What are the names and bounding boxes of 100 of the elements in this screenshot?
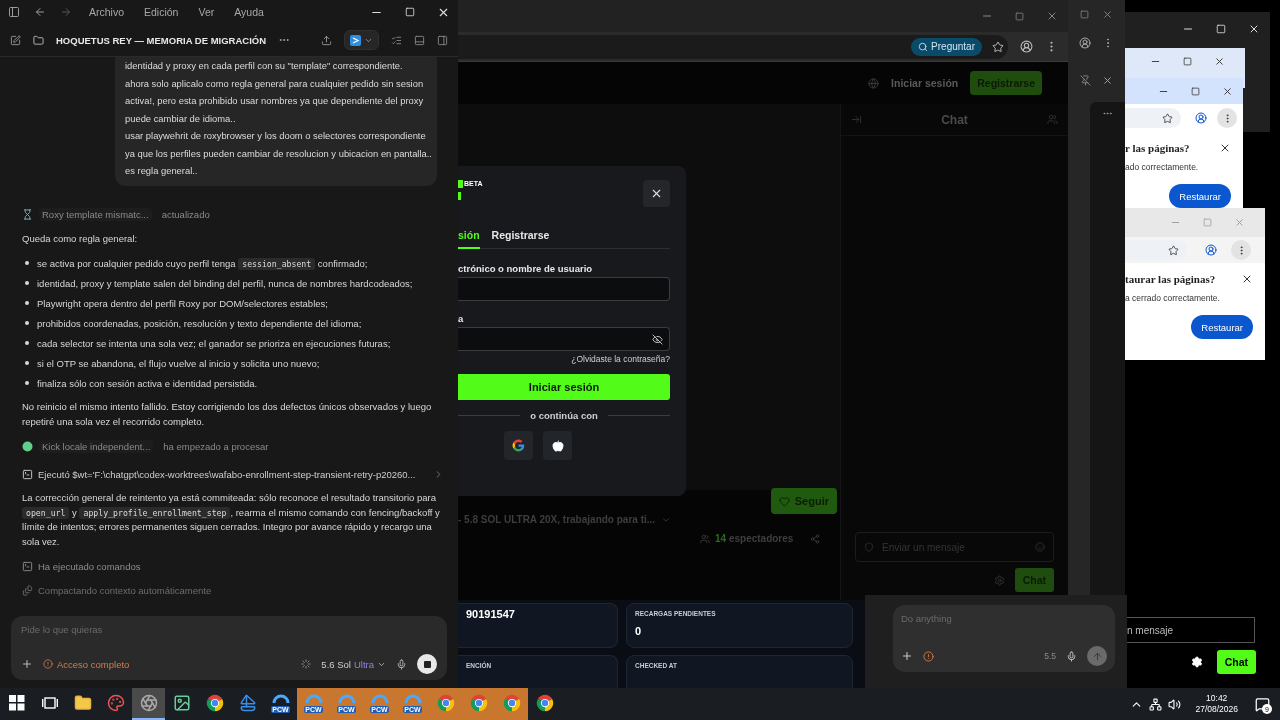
- task-status: ha empezado a procesar: [163, 440, 269, 452]
- share-icon[interactable]: [321, 34, 332, 46]
- auth-tab[interactable]: Registrarse: [491, 229, 550, 249]
- message-line: ahora solo aplicalo como regla general para cualquier pedido sin sesion: [125, 76, 425, 91]
- rule-item: Playwright opera dentro del perfil Roxy por DOM/selectores estables;: [25, 294, 444, 314]
- task-name[interactable]: Kick locale independent...: [39, 439, 154, 453]
- checklist-icon[interactable]: [391, 34, 402, 46]
- unpin-icon[interactable]: [1079, 74, 1091, 86]
- mic-icon[interactable]: [1066, 650, 1077, 662]
- alert-icon: [43, 659, 53, 669]
- folder-icon: [33, 34, 44, 46]
- message-line: puede cambiar de idioma..: [125, 111, 237, 126]
- maximize-icon[interactable]: [1191, 86, 1200, 96]
- clock[interactable]: 10:42 27/08/2026: [1187, 693, 1246, 715]
- close-icon[interactable]: [1248, 23, 1260, 35]
- chat-title: Chat: [940, 112, 969, 127]
- command-summary[interactable]: Ejecutó $wt='F:\chatgpt\codex-worktrees\wafabo-enrollment-step-transient-retry-p20260...: [38, 468, 416, 480]
- close-button[interactable]: [643, 180, 670, 207]
- network-icon[interactable]: [1149, 697, 1163, 711]
- loading-icon: [301, 659, 312, 669]
- sidebar-toggle-icon[interactable]: [8, 6, 20, 18]
- folder-icon[interactable]: [73, 694, 92, 712]
- task-view-icon[interactable]: [41, 696, 58, 710]
- volume-icon[interactable]: [1168, 697, 1182, 711]
- windows-start-icon[interactable]: [8, 695, 25, 711]
- bottom-panel-icon[interactable]: [414, 34, 425, 46]
- activity-label: Ha ejecutado comandos: [38, 560, 141, 572]
- menu-item[interactable]: Ayuda: [231, 6, 267, 18]
- viewer-count: 14 espectadores: [715, 533, 794, 544]
- close-icon: [650, 187, 663, 200]
- chrome-icon[interactable]: [205, 694, 224, 712]
- model-label[interactable]: 5.5: [1044, 651, 1056, 661]
- stream-title: - 5.8 SOL ULTRA 20X, trabajando para ti...: [458, 514, 656, 525]
- login-button[interactable]: Iniciar sesión: [458, 374, 670, 400]
- eye-off-icon[interactable]: [652, 333, 663, 345]
- password-field[interactable]: [458, 327, 670, 351]
- menu-item[interactable]: Archivo: [86, 6, 127, 18]
- profile-icon[interactable]: [1079, 37, 1092, 49]
- username-field[interactable]: [458, 277, 670, 301]
- message-input-box[interactable]: n mensaje: [1125, 617, 1255, 643]
- forgot-password-link[interactable]: ¿Olvidaste la contraseña?: [571, 354, 670, 364]
- profile-icon[interactable]: [1195, 112, 1207, 124]
- google-button[interactable]: [504, 431, 533, 460]
- menu-item[interactable]: Edición: [141, 6, 182, 18]
- close-icon[interactable]: [1102, 74, 1114, 86]
- heart-icon: [778, 495, 790, 507]
- message-paragraph: La corrección general de reintento ya está commiteada: sólo reconoce el resultado transitorio para open_url y apply_profile_enrollment_step , rearma el mismo comando con fencing/backoff y límite de intentos; errores permanentes siguen cerrados. Integro por avance rápido y recargo una sola vez.: [22, 491, 441, 549]
- alert-icon[interactable]: [923, 650, 934, 662]
- compose-icon[interactable]: [10, 34, 21, 46]
- dialog-title: taurar las páginas?: [1125, 273, 1216, 285]
- viewers-icon: [700, 533, 710, 544]
- chrome-icon[interactable]: [535, 694, 554, 712]
- message-paragraph: Queda como regla general:: [22, 231, 139, 246]
- menu-item[interactable]: Ver: [195, 6, 218, 18]
- restore-button[interactable]: Restaurar: [1191, 315, 1253, 339]
- terminal-icon: [22, 560, 33, 572]
- stop-button[interactable]: [417, 654, 437, 674]
- task-name[interactable]: Roxy template mismatc...: [39, 208, 152, 221]
- profile-icon[interactable]: [1205, 244, 1217, 256]
- google-logo-icon: [512, 439, 525, 452]
- add-icon[interactable]: [21, 658, 33, 670]
- arc-icon[interactable]: [271, 693, 290, 703]
- close-icon[interactable]: [1222, 85, 1233, 97]
- model-selector[interactable]: 5.6 Sol Ultra: [321, 658, 386, 670]
- stop-icon: [423, 660, 431, 668]
- rule-item: se activa por cualquier pedido cuyo perfil tenga session_absent confirmado;: [25, 254, 444, 274]
- dialog-message: ado correctamente.: [1125, 162, 1200, 172]
- side-panel-icon[interactable]: [437, 34, 448, 46]
- hourglass-icon: [22, 209, 33, 220]
- stat-value: 90191547: [466, 608, 516, 620]
- status-dot-icon: [22, 440, 33, 452]
- close-icon[interactable]: [1241, 273, 1253, 285]
- bookmark-star-icon[interactable]: [1162, 112, 1173, 124]
- palette-icon[interactable]: [106, 694, 125, 712]
- aperture-icon[interactable]: [139, 694, 158, 712]
- mic-icon[interactable]: [396, 658, 407, 670]
- rule-item: cada selector se intenta una sola vez; el ganador se prioriza en ejecuciones futuras;: [25, 334, 444, 354]
- close-icon[interactable]: [1214, 55, 1225, 67]
- restore-button[interactable]: Restaurar: [1169, 184, 1231, 208]
- message-paragraph: No reinicio el mismo intento fallido. Estoy corrigiendo los dos defectos únicos observados y luego repetiré una sola vez el recorrido completo.: [22, 400, 433, 429]
- activity-label: Compactando contexto automáticamente: [38, 584, 212, 596]
- editor-selector[interactable]: [344, 30, 379, 50]
- rule-item: finaliza sólo con sesión activa e identidad persistida.: [25, 374, 444, 394]
- dialog-message: a cerrado correctamente.: [1125, 293, 1221, 303]
- terminal-icon: [22, 468, 33, 480]
- add-icon[interactable]: [901, 650, 913, 662]
- chat-send-button[interactable]: Chat: [1216, 650, 1256, 674]
- sailboat-icon[interactable]: [238, 694, 257, 712]
- ask-button[interactable]: Preguntar: [911, 37, 982, 56]
- back-icon[interactable]: [34, 6, 46, 18]
- maximize-icon[interactable]: [1183, 56, 1192, 66]
- profile-icon[interactable]: [1020, 40, 1033, 53]
- apple-button[interactable]: [543, 431, 572, 460]
- close-icon[interactable]: [1219, 142, 1231, 154]
- bookmark-star-icon[interactable]: [992, 40, 1004, 53]
- send-button[interactable]: [1087, 646, 1107, 666]
- bookmark-star-icon[interactable]: [1168, 244, 1179, 256]
- access-button[interactable]: Acceso completo: [43, 658, 130, 670]
- image-icon[interactable]: [172, 694, 191, 712]
- stat-value: 0: [635, 625, 643, 637]
